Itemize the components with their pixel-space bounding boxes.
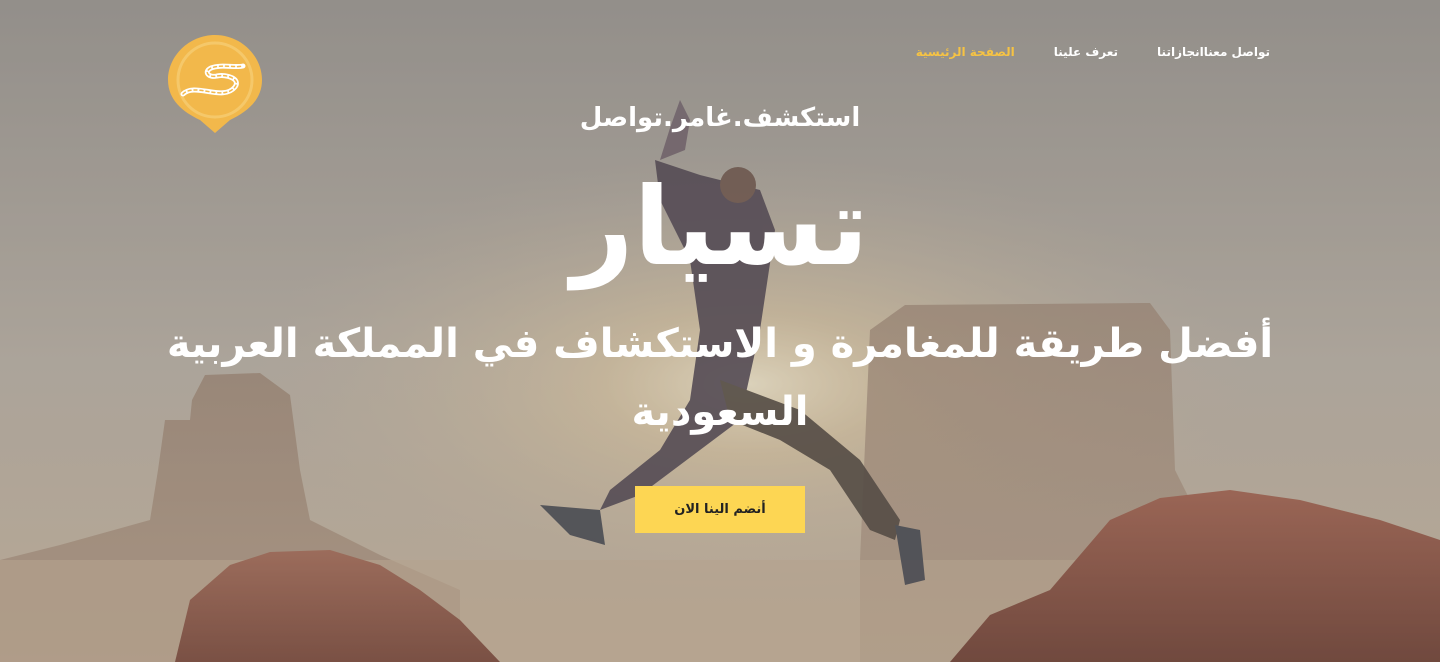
join-now-button[interactable]: أنضم الينا الان	[635, 486, 805, 533]
nav-item-home[interactable]: الصفحة الرئيسية	[916, 44, 1015, 60]
hero-section: الصفحة الرئيسية تعرف علينا انجازاتنا توا…	[0, 0, 1440, 662]
hero-brand-name: تسيار	[571, 165, 869, 290]
hero-headline: أفضل طريقة للمغامرة و الاستكشاف في الممل…	[166, 321, 1274, 435]
hero-tagline: استكشف.غامر.تواصل	[579, 103, 861, 133]
nav-item-contact[interactable]: تواصل معنا	[1204, 44, 1270, 60]
nav-item-achievements[interactable]: انجازاتنا	[1157, 44, 1204, 60]
main-nav: الصفحة الرئيسية تعرف علينا انجازاتنا توا…	[877, 44, 1270, 60]
nav-item-about[interactable]: تعرف علينا	[1054, 44, 1118, 60]
